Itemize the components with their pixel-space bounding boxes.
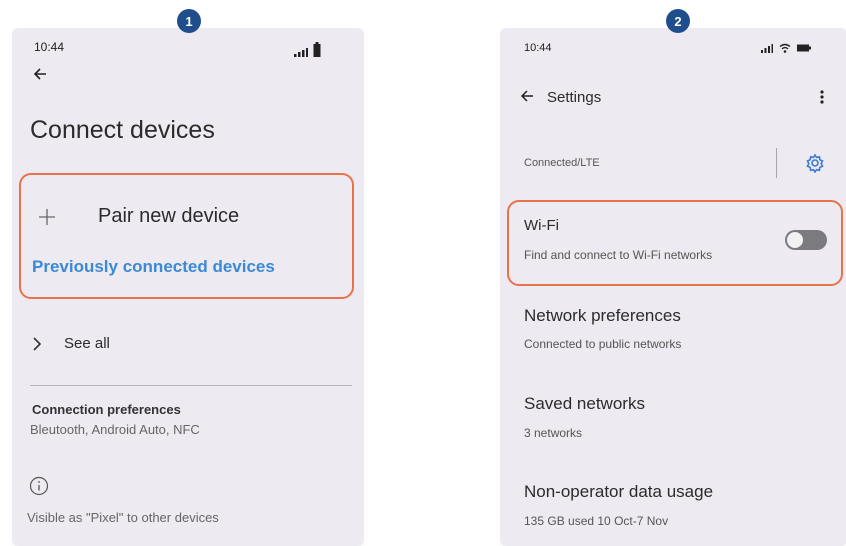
network-preferences-summary: Connected to public networks: [524, 337, 682, 351]
wifi-summary: Find and connect to Wi-Fi networks: [524, 248, 713, 262]
info-icon: [29, 476, 49, 496]
pair-new-device-label: Pair new device: [98, 205, 240, 227]
back-arrow-icon[interactable]: [520, 89, 534, 103]
divider: [30, 385, 352, 386]
network-settings-screen: 10:44 Settings Connected/LTE Wi-Fi Find …: [500, 28, 846, 546]
plus-icon: [39, 209, 55, 225]
see-all-label: See all: [64, 335, 110, 352]
connection-status-label: Connected/LTE: [524, 157, 600, 169]
saved-networks-summary: 3 networks: [524, 426, 583, 440]
wifi-icon: [779, 43, 791, 53]
status-icons: [294, 42, 321, 57]
chevron-right-icon: [33, 337, 42, 351]
data-usage-title: Non-operator data usage: [524, 482, 714, 501]
page-title: Connect devices: [30, 116, 215, 144]
battery-icon: [797, 44, 811, 52]
status-time: 10:44: [524, 42, 552, 54]
header-title: Settings: [547, 89, 602, 106]
connection-preferences-item[interactable]: Connection preferences Bleutooth, Androi…: [30, 402, 350, 444]
signal-icon: [761, 43, 773, 53]
back-arrow-icon[interactable]: [32, 66, 48, 82]
status-icons: [761, 43, 812, 53]
toggle-knob: [787, 232, 803, 248]
visible-as-text: Visible as "Pixel" to other devices: [27, 510, 219, 525]
saved-networks-title: Saved networks: [524, 394, 645, 413]
connection-preferences-title: Connection preferences: [32, 402, 181, 417]
vertical-divider: [776, 148, 777, 178]
highlight-box: [19, 173, 354, 299]
status-time: 10:44: [34, 40, 65, 54]
previously-connected-devices-link[interactable]: Previously connected devices: [32, 257, 275, 277]
step-badge-1: 1: [177, 9, 201, 33]
pair-new-device-button[interactable]: Pair new device: [34, 200, 344, 234]
connection-preferences-summary: Bleutooth, Android Auto, NFC: [30, 422, 200, 437]
signal-icon: [294, 48, 308, 57]
see-all-button[interactable]: See all: [30, 331, 350, 357]
non-operator-data-usage-item[interactable]: Non-operator data usage 135 GB used 10 O…: [522, 482, 832, 532]
wifi-title: Wi-Fi: [524, 217, 559, 234]
settings-gear-icon[interactable]: [805, 153, 825, 173]
battery-icon: [313, 42, 321, 57]
saved-networks-item[interactable]: Saved networks 3 networks: [522, 394, 832, 444]
data-usage-summary: 135 GB used 10 Oct-7 Nov: [524, 514, 669, 528]
network-preferences-title: Network preferences: [524, 306, 681, 325]
connect-devices-screen: 10:44 Connect devices Pair new device Pr…: [12, 28, 364, 546]
more-vert-icon[interactable]: [820, 90, 824, 104]
network-preferences-item[interactable]: Network preferences Connected to public …: [522, 306, 832, 356]
step-badge-2: 2: [666, 9, 690, 33]
wifi-toggle[interactable]: [785, 230, 827, 250]
